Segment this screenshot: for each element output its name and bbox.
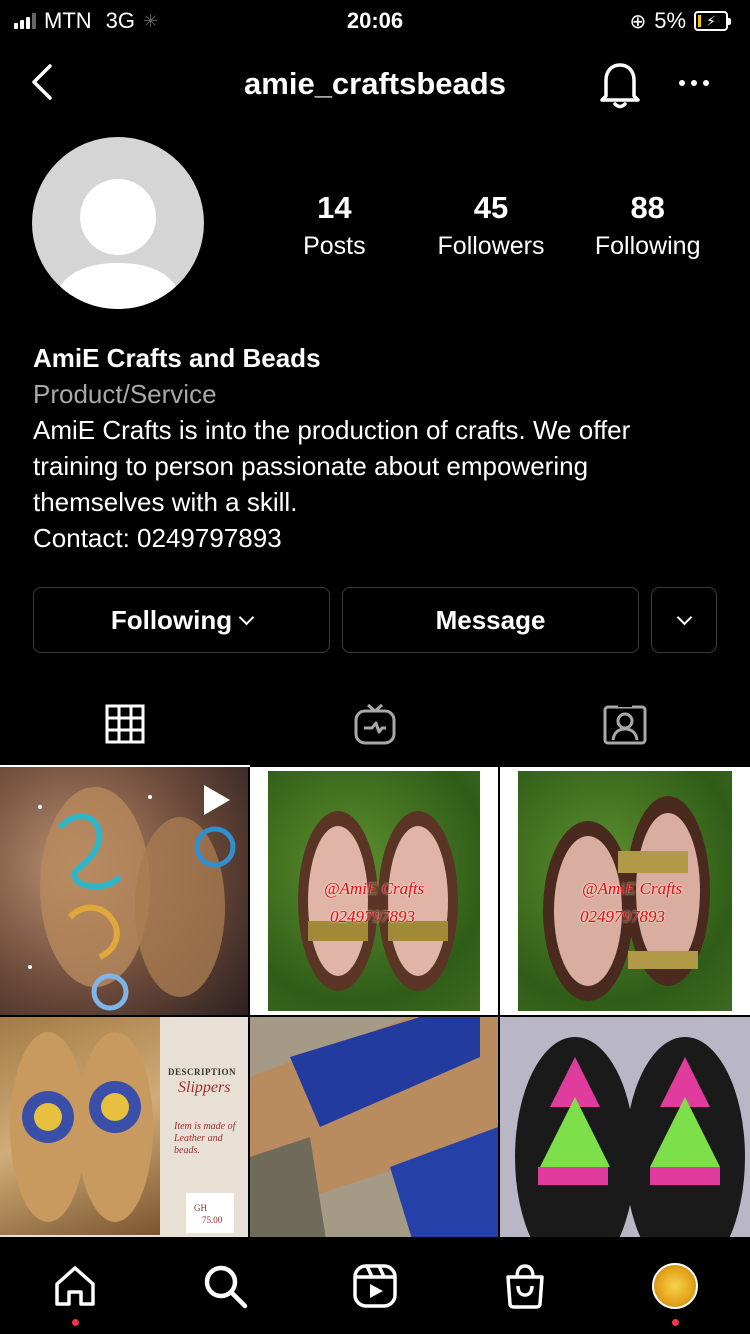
stat-followers[interactable]: 45 Followers [413, 190, 570, 261]
posts-grid: @AmiE Crafts 0249797893 @AmiE Crafts 024… [0, 767, 750, 1265]
bio-text-line: themselves with a skill. [33, 487, 298, 517]
description-text: Leather and [174, 1133, 223, 1144]
tagged-user-icon [603, 703, 647, 745]
stat-label: Posts [303, 232, 366, 260]
tv-icon [354, 703, 396, 745]
notification-dot [71, 1319, 79, 1326]
profile-avatar-mini [652, 1262, 698, 1309]
nav-home[interactable] [0, 1237, 150, 1334]
video-play-icon [204, 785, 230, 815]
suggested-accounts-button[interactable] [651, 587, 717, 653]
nav-shop[interactable] [450, 1237, 600, 1334]
nav-profile[interactable] [600, 1237, 750, 1334]
stat-value: 88 [630, 190, 665, 225]
nav-search[interactable] [150, 1237, 300, 1334]
macrame-slippers-image [500, 1017, 750, 1265]
profile-stats: 14 Posts 45 Followers 88 Following [256, 190, 726, 261]
profile-bio: AmiE Crafts and Beads Product/Service Am… [33, 340, 723, 556]
stat-value: 45 [473, 190, 509, 225]
contact-info: Contact: 0249797893 [33, 523, 282, 553]
status-bar: MTN 3G ✳ 20:06 ⊕ 5% ⚡ [0, 0, 750, 42]
tab-tagged[interactable] [500, 682, 750, 766]
bottom-navigation [0, 1237, 750, 1334]
tab-posts-grid[interactable] [0, 682, 250, 767]
watermark-phone: 0249797893 [580, 907, 665, 926]
grid-icon [105, 704, 145, 744]
tab-igtv[interactable] [250, 682, 500, 766]
profile-header: amie_craftsbeads [0, 50, 750, 120]
bio-text-line: training to person passionate about empo… [33, 451, 589, 481]
display-name: AmiE Crafts and Beads [33, 343, 321, 373]
profile-tabs [0, 682, 750, 767]
post-thumbnail[interactable] [500, 1017, 750, 1265]
chevron-down-icon [676, 609, 692, 625]
bio-text-line: AmiE Crafts is into the production of cr… [33, 415, 631, 445]
message-button-label: Message [435, 604, 546, 635]
blue-slippers-image [250, 1017, 498, 1265]
chevron-down-icon [238, 609, 255, 625]
category-label: Product/Service [33, 379, 217, 409]
notification-bell-icon[interactable] [596, 58, 644, 110]
post-thumbnail[interactable]: @AmiE Crafts 0249797893 [250, 767, 498, 1015]
watermark: @AmiE Crafts [324, 879, 425, 898]
post-thumbnail[interactable]: DESCRIPTION Slippers Item is made of Lea… [0, 1017, 248, 1265]
watermark-phone: 0249797893 [330, 907, 415, 926]
price-currency: GH [194, 1203, 207, 1213]
following-button[interactable]: Following [33, 587, 330, 653]
message-button[interactable]: Message [342, 587, 639, 653]
description-text: Item is made of [174, 1121, 236, 1132]
following-button-label: Following [110, 604, 233, 635]
post-thumbnail[interactable]: @AmiE Crafts 0249797893 [500, 767, 750, 1015]
slippers-photo [0, 1017, 160, 1235]
shopping-bag-icon [506, 1263, 544, 1309]
default-user-icon [54, 179, 182, 309]
orientation-lock-icon: ⊕ [629, 10, 647, 33]
post-thumbnail[interactable] [0, 767, 248, 1015]
search-icon [204, 1265, 248, 1308]
description-title: DESCRIPTION [168, 1067, 237, 1077]
watermark: @AmiE Crafts [582, 879, 683, 898]
battery-percent: 5% [654, 8, 686, 33]
notification-dot [671, 1319, 679, 1326]
reels-icon [353, 1263, 397, 1308]
stat-posts[interactable]: 14 Posts [256, 190, 413, 261]
description-subtitle: Slippers [178, 1079, 231, 1096]
more-options-icon[interactable] [676, 68, 712, 98]
post-thumbnail[interactable] [250, 1017, 498, 1265]
home-icon [55, 1265, 95, 1306]
profile-avatar[interactable] [32, 137, 204, 309]
stat-label: Followers [437, 232, 545, 260]
description-text: beads. [174, 1145, 200, 1156]
stat-label: Following [594, 232, 701, 260]
stat-value: 14 [317, 190, 352, 225]
price-value: 75.00 [202, 1215, 223, 1225]
stat-following[interactable]: 88 Following [569, 190, 726, 261]
nav-reels[interactable] [300, 1237, 450, 1334]
battery-icon: ⚡ [694, 11, 731, 31]
